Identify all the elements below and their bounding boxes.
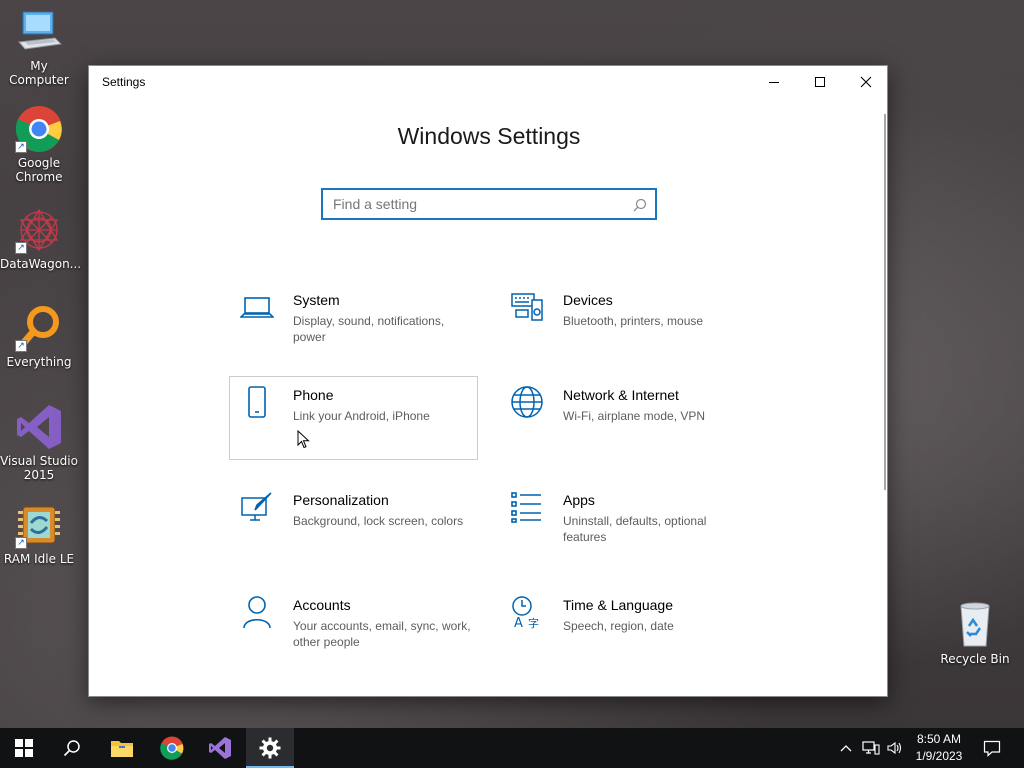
computer-icon <box>15 8 63 56</box>
clock-date: 1/9/2023 <box>915 749 963 763</box>
clock-time: 8:50 AM <box>916 732 962 746</box>
taskbar: 8:50 AM 1/9/2023 <box>0 728 1024 768</box>
tile-system[interactable]: System Display, sound, notifications, po… <box>229 281 478 365</box>
tile-accounts[interactable]: Accounts Your accounts, email, sync, wor… <box>229 586 478 670</box>
scrollbar[interactable] <box>884 114 886 490</box>
mouse-cursor-icon <box>297 429 311 454</box>
tile-description: Speech, region, date <box>563 619 674 633</box>
time-language-icon: A字 <box>510 595 544 631</box>
svg-text:字: 字 <box>528 616 539 629</box>
desktop-icon-ram-idle[interactable]: ↗ RAM Idle LE <box>0 501 78 566</box>
laptop-icon <box>239 290 275 324</box>
tile-description: Your accounts, email, sync, work, other … <box>293 619 471 649</box>
tile-description: Bluetooth, printers, mouse <box>563 314 704 328</box>
folder-icon <box>111 741 133 757</box>
network-icon <box>862 741 880 755</box>
tile-title: Devices <box>563 292 613 308</box>
desktop-icon-label: Recycle Bin <box>940 652 1010 666</box>
action-center-button[interactable] <box>978 728 1006 768</box>
desktop-icon-label: Everything <box>6 355 72 369</box>
desktop-icon-recycle-bin[interactable]: Recycle Bin <box>940 600 1010 666</box>
tile-description: Background, lock screen, colors <box>293 514 464 528</box>
svg-text:A: A <box>514 616 523 629</box>
desktop-icon-datawagon[interactable]: ↗ DataWagon... <box>0 206 82 271</box>
taskbar-visual-studio[interactable] <box>196 728 244 768</box>
settings-window: Settings Windows Settings System Display… <box>88 65 888 697</box>
tile-title: Apps <box>563 492 595 508</box>
minimize-button[interactable] <box>751 66 797 98</box>
visual-studio-icon <box>15 403 63 451</box>
magnifier-app-icon: ↗ <box>15 304 63 352</box>
tile-devices[interactable]: Devices Bluetooth, printers, mouse <box>499 281 748 365</box>
search-icon <box>633 197 647 216</box>
tile-description: Link your Android, iPhone <box>293 409 430 423</box>
tile-description: Uninstall, defaults, optional features <box>563 514 707 544</box>
maximize-button[interactable] <box>797 66 843 98</box>
search-box[interactable] <box>321 188 657 220</box>
tile-title: Phone <box>293 387 334 403</box>
shortcut-arrow-icon: ↗ <box>15 242 27 254</box>
gear-icon <box>259 737 281 759</box>
window-title: Settings <box>102 75 146 89</box>
devices-icon <box>510 290 544 324</box>
tile-phone[interactable]: Phone Link your Android, iPhone <box>229 376 478 460</box>
desktop-icon-everything[interactable]: ↗ Everything <box>0 304 78 369</box>
close-icon <box>860 76 872 88</box>
recycle-bin-icon <box>951 600 999 648</box>
minimize-icon <box>769 82 779 83</box>
personalization-icon <box>240 490 274 524</box>
ram-chip-icon: ↗ <box>15 501 63 549</box>
speaker-icon <box>887 741 902 755</box>
taskbar-clock[interactable]: 8:50 AM 1/9/2023 <box>906 731 972 765</box>
tile-apps[interactable]: Apps Uninstall, defaults, optional featu… <box>499 481 748 565</box>
shortcut-arrow-icon: ↗ <box>15 537 27 549</box>
person-icon <box>240 595 274 629</box>
network-tray-button[interactable] <box>860 728 882 768</box>
start-button[interactable] <box>0 728 48 768</box>
desktop-icon-visual-studio[interactable]: Visual Studio 2015 <box>0 403 78 482</box>
phone-icon <box>240 385 274 419</box>
tile-personalization[interactable]: Personalization Background, lock screen,… <box>229 481 478 565</box>
show-hidden-icons-button[interactable] <box>836 728 856 768</box>
search-icon <box>63 740 80 757</box>
tile-description: Display, sound, notifications, power <box>293 314 445 344</box>
chrome-icon <box>160 736 184 760</box>
chevron-up-icon <box>840 745 852 752</box>
notification-icon <box>983 740 1001 757</box>
tile-title: Accounts <box>293 597 351 613</box>
search-input[interactable] <box>323 190 613 218</box>
shortcut-arrow-icon: ↗ <box>15 141 27 153</box>
tile-description: Wi-Fi, airplane mode, VPN <box>563 409 706 423</box>
shortcut-arrow-icon: ↗ <box>15 340 27 352</box>
title-bar[interactable]: Settings <box>89 66 887 98</box>
tile-network-internet[interactable]: Network & Internet Wi-Fi, airplane mode,… <box>499 376 748 460</box>
taskbar-settings[interactable] <box>246 728 294 768</box>
tile-title: System <box>293 292 340 308</box>
tile-time-language[interactable]: A字 Time & Language Speech, region, date <box>499 586 748 670</box>
volume-tray-button[interactable] <box>884 728 906 768</box>
tile-title: Time & Language <box>563 597 673 613</box>
desktop-icon-label: Google Chrome <box>15 156 63 184</box>
visual-studio-icon <box>209 737 231 759</box>
desktop-icon-label: DataWagon... <box>0 257 82 271</box>
globe-icon <box>510 385 544 419</box>
taskbar-chrome[interactable] <box>148 728 196 768</box>
apps-list-icon <box>510 490 544 524</box>
chrome-icon: ↗ <box>15 105 63 153</box>
desktop-icon-label: RAM Idle LE <box>3 552 75 566</box>
desktop-icon-label: Visual Studio 2015 <box>0 454 78 482</box>
maximize-icon <box>815 77 825 87</box>
desktop-icon-google-chrome[interactable]: ↗ Google Chrome <box>0 105 78 184</box>
tile-title: Personalization <box>293 492 389 508</box>
datawagon-icon: ↗ <box>15 206 63 254</box>
tile-title: Network & Internet <box>563 387 679 403</box>
desktop-icon-label: My Computer <box>9 59 69 87</box>
close-button[interactable] <box>843 66 887 98</box>
search-button[interactable] <box>48 728 96 768</box>
taskbar-file-explorer[interactable] <box>98 728 146 768</box>
desktop-icon-my-computer[interactable]: My Computer <box>0 8 78 87</box>
windows-logo-icon <box>15 739 33 757</box>
page-title: Windows Settings <box>397 123 581 149</box>
